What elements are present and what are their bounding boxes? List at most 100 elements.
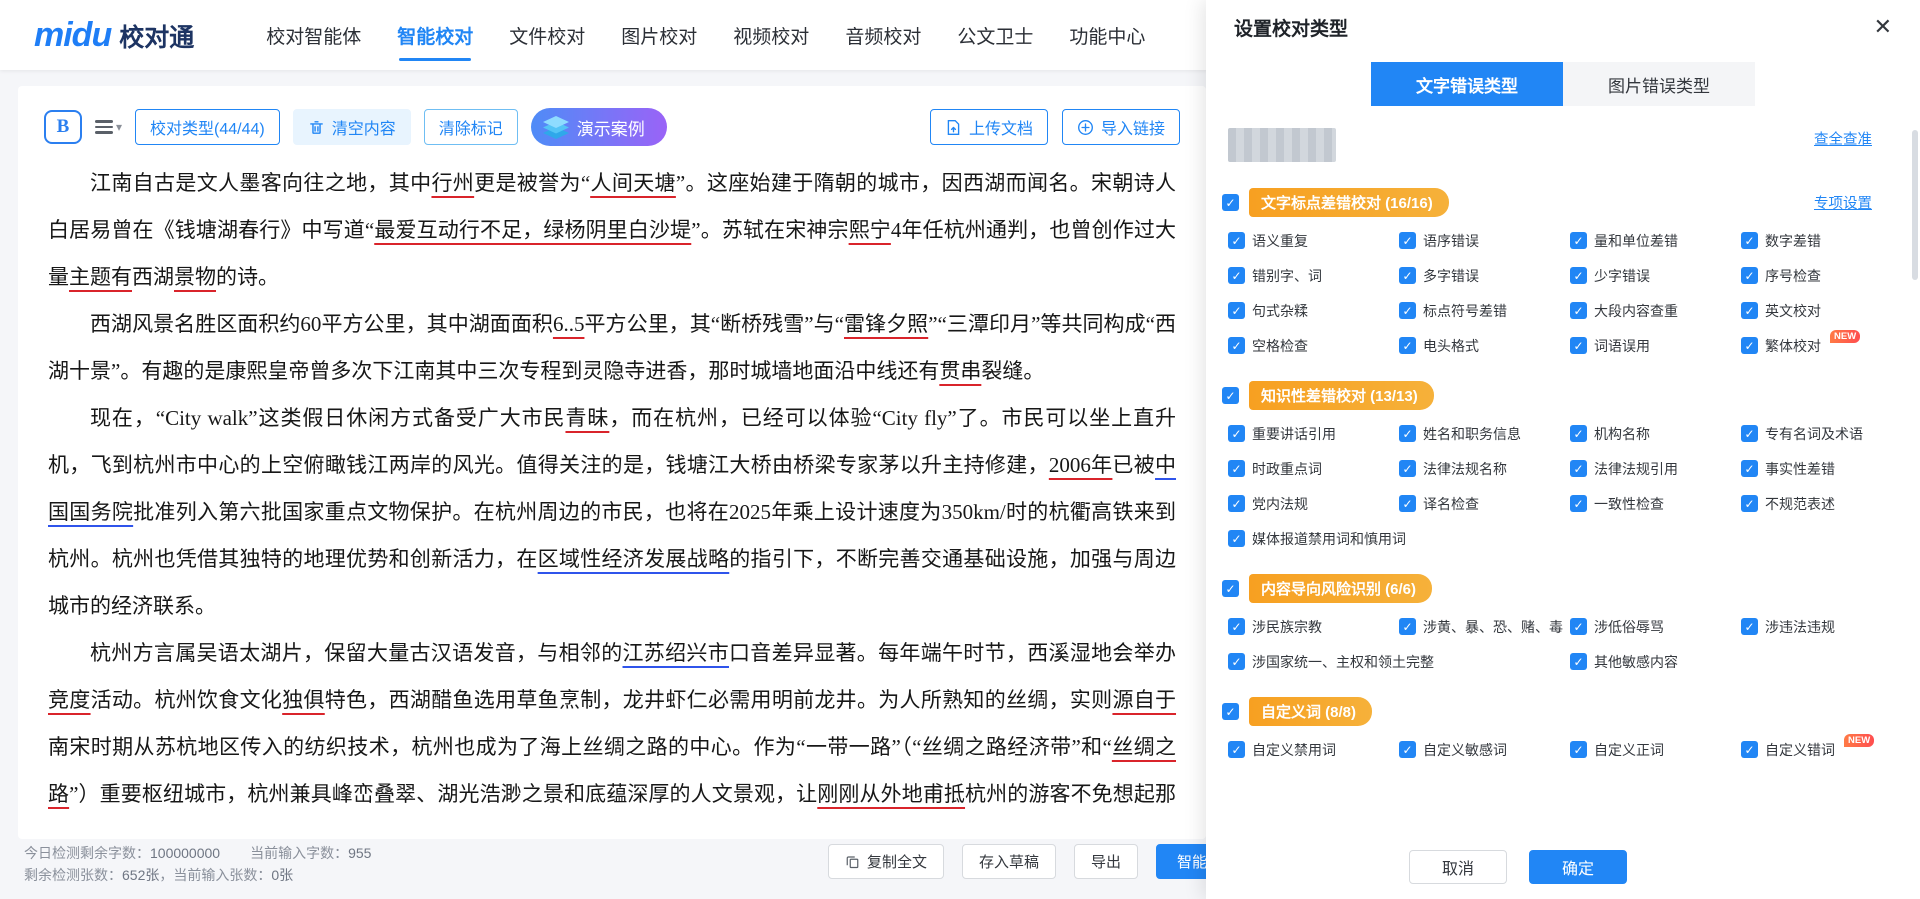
checkbox-item[interactable]: ✓数字差错 (1741, 232, 1912, 250)
import-link-button[interactable]: 导入链接 (1062, 109, 1180, 145)
app-logo[interactable]: midu 校对通 (34, 16, 194, 55)
checkbox-item[interactable]: ✓自定义错词NEW (1741, 741, 1912, 759)
checkbox-checked-icon[interactable]: ✓ (1222, 703, 1239, 720)
checkbox-item[interactable]: ✓大段内容查重 (1570, 302, 1741, 320)
close-icon[interactable]: ✕ (1874, 16, 1892, 38)
confirm-button[interactable]: 确定 (1529, 850, 1627, 884)
checkbox-item[interactable]: ✓英文校对 (1741, 302, 1912, 320)
checkbox-checked-icon[interactable]: ✓ (1741, 232, 1758, 249)
checkbox-checked-icon[interactable]: ✓ (1570, 337, 1587, 354)
checkbox-checked-icon[interactable]: ✓ (1570, 653, 1587, 670)
checkbox-item[interactable]: ✓涉违法违规 (1741, 618, 1912, 636)
checkbox-checked-icon[interactable]: ✓ (1399, 302, 1416, 319)
error-mark[interactable]: 江苏绍兴市 (623, 641, 730, 665)
checkbox-item[interactable]: ✓自定义正词 (1570, 741, 1741, 759)
checkbox-checked-icon[interactable]: ✓ (1741, 495, 1758, 512)
checkbox-checked-icon[interactable]: ✓ (1399, 741, 1416, 758)
error-mark[interactable]: 2006年 (1049, 453, 1113, 477)
nav-item-agent[interactable]: 校对智能体 (266, 0, 361, 70)
checkbox-item[interactable]: ✓一致性检查 (1570, 495, 1741, 513)
checkbox-checked-icon[interactable]: ✓ (1228, 530, 1245, 547)
checkbox-item[interactable]: ✓时政重点词 (1228, 460, 1399, 478)
check-type-button[interactable]: 校对类型(44/44) (135, 109, 280, 145)
checkbox-checked-icon[interactable]: ✓ (1228, 267, 1245, 284)
checkbox-checked-icon[interactable]: ✓ (1222, 194, 1239, 211)
checkbox-item[interactable]: ✓句式杂糅 (1228, 302, 1399, 320)
checkbox-item[interactable]: ✓序号检查 (1741, 267, 1912, 285)
checkbox-item[interactable]: ✓不规范表述 (1741, 495, 1912, 513)
checkbox-checked-icon[interactable]: ✓ (1570, 460, 1587, 477)
checkbox-checked-icon[interactable]: ✓ (1222, 580, 1239, 597)
checkbox-checked-icon[interactable]: ✓ (1741, 460, 1758, 477)
checkbox-checked-icon[interactable]: ✓ (1570, 741, 1587, 758)
cancel-button[interactable]: 取消 (1409, 850, 1507, 884)
checkbox-checked-icon[interactable]: ✓ (1228, 460, 1245, 477)
error-mark[interactable]: 主题有 (69, 265, 132, 289)
nav-item-gongwen[interactable]: 公文卫士 (957, 0, 1033, 70)
checkbox-checked-icon[interactable]: ✓ (1228, 653, 1245, 670)
checkbox-checked-icon[interactable]: ✓ (1228, 232, 1245, 249)
nav-item-image[interactable]: 图片校对 (621, 0, 697, 70)
error-mark[interactable]: 景物 (174, 265, 216, 289)
checkbox-checked-icon[interactable]: ✓ (1570, 267, 1587, 284)
checkbox-item[interactable]: ✓事实性差错 (1741, 460, 1912, 478)
checkbox-item[interactable]: ✓译名检查 (1399, 495, 1570, 513)
checkbox-checked-icon[interactable]: ✓ (1741, 302, 1758, 319)
checkbox-checked-icon[interactable]: ✓ (1741, 618, 1758, 635)
checkbox-item[interactable]: ✓自定义敏感词 (1399, 741, 1570, 759)
error-mark[interactable]: 刚刚从外地甫抵 (817, 782, 965, 806)
tab-text-errors[interactable]: 文字错误类型 (1371, 62, 1563, 106)
nav-item-audio[interactable]: 音频校对 (845, 0, 921, 70)
demo-case-button[interactable]: 演示案例 (531, 108, 667, 146)
clear-content-button[interactable]: 清空内容 (293, 109, 411, 145)
checkbox-checked-icon[interactable]: ✓ (1570, 495, 1587, 512)
error-mark[interactable]: 人间天塘 (590, 171, 676, 195)
recall-precision-link[interactable]: 查全查准 (1814, 128, 1872, 149)
checkbox-checked-icon[interactable]: ✓ (1399, 460, 1416, 477)
error-mark[interactable]: 6..5 (553, 312, 585, 336)
checkbox-checked-icon[interactable]: ✓ (1741, 425, 1758, 442)
checkbox-checked-icon[interactable]: ✓ (1399, 337, 1416, 354)
checkbox-checked-icon[interactable]: ✓ (1399, 495, 1416, 512)
checkbox-checked-icon[interactable]: ✓ (1228, 302, 1245, 319)
checkbox-item[interactable]: ✓党内法规 (1228, 495, 1399, 513)
checkbox-item[interactable]: ✓重要讲话引用 (1228, 425, 1399, 443)
checkbox-item[interactable]: ✓专有名词及术语 (1741, 425, 1912, 443)
nav-item-video[interactable]: 视频校对 (733, 0, 809, 70)
checkbox-item[interactable]: ✓涉低俗辱骂 (1570, 618, 1741, 636)
error-mark[interactable]: 最爱互动行不足，绿杨阴里白沙堤 (374, 218, 691, 242)
error-mark[interactable]: 雷锋夕照 (844, 312, 928, 336)
error-mark[interactable]: 青昧 (565, 406, 609, 430)
checkbox-item[interactable]: ✓自定义禁用词 (1228, 741, 1399, 759)
checkbox-checked-icon[interactable]: ✓ (1399, 618, 1416, 635)
checkbox-item[interactable]: ✓涉国家统一、主权和领土完整 (1228, 653, 1570, 671)
error-mark[interactable]: 独俱 (282, 688, 325, 712)
checkbox-item[interactable]: ✓涉黄、暴、恐、赌、毒 (1399, 618, 1570, 636)
checkbox-item[interactable]: ✓多字错误 (1399, 267, 1570, 285)
panel-scrollbar[interactable] (1912, 130, 1918, 280)
nav-item-center[interactable]: 功能中心 (1069, 0, 1145, 70)
checkbox-checked-icon[interactable]: ✓ (1741, 337, 1758, 354)
error-mark[interactable]: 行州 (431, 171, 474, 195)
checkbox-checked-icon[interactable]: ✓ (1228, 618, 1245, 635)
checkbox-item[interactable]: ✓媒体报道禁用词和慎用词 (1228, 530, 1570, 548)
checkbox-checked-icon[interactable]: ✓ (1228, 425, 1245, 442)
checkbox-item[interactable]: ✓其他敏感内容 (1570, 653, 1741, 671)
nav-item-smart[interactable]: 智能校对 (397, 0, 473, 70)
checkbox-item[interactable]: ✓空格检查 (1228, 337, 1399, 355)
checkbox-checked-icon[interactable]: ✓ (1570, 232, 1587, 249)
checkbox-item[interactable]: ✓词语误用 (1570, 337, 1741, 355)
error-mark[interactable]: 区域性经济发展战略 (538, 547, 730, 571)
special-settings-link[interactable]: 专项设置 (1814, 192, 1872, 213)
brand-b-icon[interactable]: B (44, 110, 82, 144)
error-mark[interactable]: 熙宁 (849, 218, 891, 242)
checkbox-item[interactable]: ✓量和单位差错 (1570, 232, 1741, 250)
export-button[interactable]: 导出 (1074, 844, 1138, 879)
editor-content[interactable]: 江南自古是文人墨客向往之地，其中行州更是被誉为“人间天塘”。这座始建于隋朝的城市… (18, 146, 1206, 827)
upload-doc-button[interactable]: 上传文档 (930, 109, 1048, 145)
checkbox-checked-icon[interactable]: ✓ (1570, 302, 1587, 319)
checkbox-checked-icon[interactable]: ✓ (1228, 337, 1245, 354)
checkbox-item[interactable]: ✓繁体校对NEW (1741, 337, 1912, 355)
checkbox-item[interactable]: ✓语义重复 (1228, 232, 1399, 250)
checkbox-item[interactable]: ✓机构名称 (1570, 425, 1741, 443)
